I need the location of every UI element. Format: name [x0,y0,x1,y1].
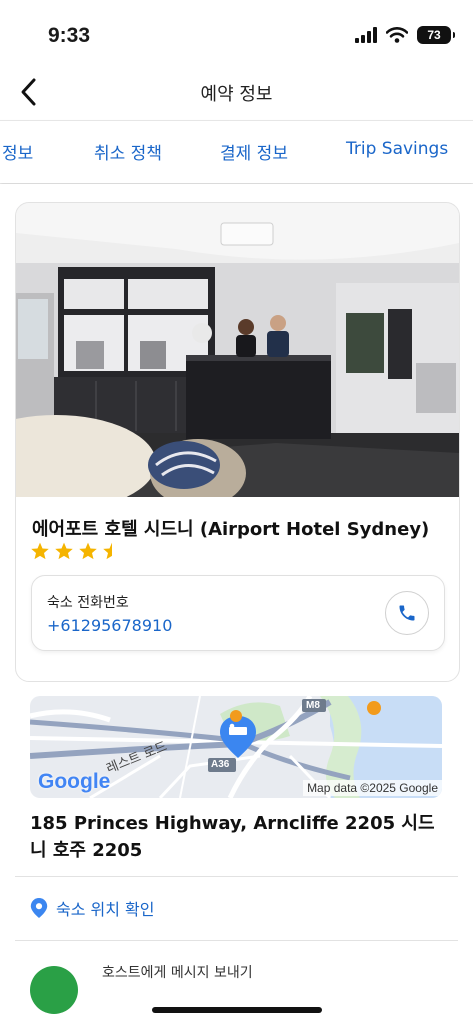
page-title: 예약 정보 [200,84,273,105]
booking-content: 에어포트 호텔 시드니 (Airport Hotel Sydney) 숙소 전화… [0,190,473,1024]
battery-level: 73 [427,28,441,42]
hotel-photo[interactable] [16,203,459,497]
phone-number-link[interactable]: +61295678910 [47,616,172,635]
host-avatar [30,966,78,1014]
view-location-link[interactable]: 숙소 위치 확인 [30,896,155,920]
tab-cancellation-policy[interactable]: 취소 정책 [94,139,162,164]
star-full-icon [79,542,97,560]
location-pin-icon [30,898,48,918]
star-full-icon [31,542,49,560]
status-bar: 9:33 73 [0,0,473,64]
call-button[interactable] [385,591,429,635]
phone-icon [399,605,415,621]
message-host-label: 호스트에게 메시지 보내기 [102,965,253,981]
tab-payment-info[interactable]: 결제 정보 [220,139,288,164]
view-location-label: 숙소 위치 확인 [56,900,155,919]
divider [15,940,458,941]
tab-trip-savings[interactable]: Trip Savings [346,139,448,159]
star-rating [30,541,122,561]
star-half-icon [103,542,112,560]
map-attribution: Map data ©2025 Google [303,780,442,796]
hotel-name: 에어포트 호텔 시드니 (Airport Hotel Sydney) [32,519,430,540]
nav-bar: 예약 정보 [0,64,473,120]
cellular-signal-icon [355,27,377,43]
google-logo: Google [38,770,111,793]
battery-icon: 73 [417,26,455,44]
hotel-card: 에어포트 호텔 시드니 (Airport Hotel Sydney) 숙소 전화… [15,202,460,682]
route-a36-label: A36 [211,759,230,770]
status-icons: 73 [355,26,455,44]
divider [15,876,458,877]
phone-label: 숙소 전화번호 [47,595,129,611]
hotel-address: 185 Princes Highway, Arncliffe 2205 시드니 … [30,813,435,861]
star-full-icon [55,542,73,560]
route-m8-label: M8 [306,700,320,711]
hotel-phone-card: 숙소 전화번호 +61295678910 [31,575,445,651]
tab-info[interactable]: 정보 [2,139,33,164]
status-time: 9:33 [48,24,91,47]
home-indicator [152,1007,322,1013]
tab-bar: 정보 취소 정책 결제 정보 Trip Savings [0,120,473,183]
message-host-row[interactable]: 호스트에게 메시지 보내기 [30,952,450,1014]
location-map[interactable]: A36 M8 레스트 로드 Google Map data ©2025 Goog… [30,696,442,798]
wifi-icon [386,27,408,43]
